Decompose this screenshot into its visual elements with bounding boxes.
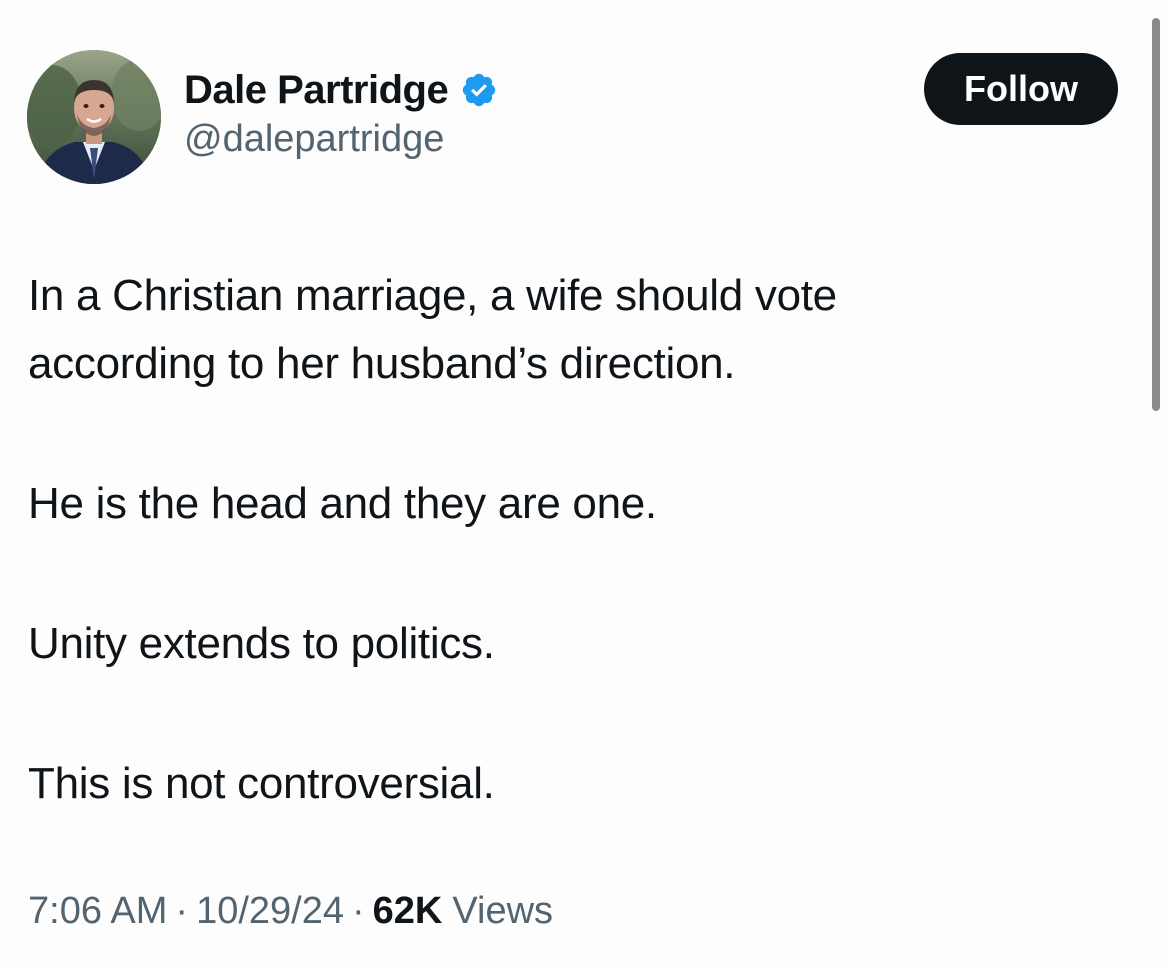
tweet-text-line: Unity extends to politics.	[28, 619, 495, 668]
verified-badge-icon[interactable]	[460, 71, 498, 109]
tweet-text: In a Christian marriage, a wife should v…	[28, 262, 1128, 818]
tweet-date[interactable]: 10/29/24	[196, 890, 344, 933]
views-label[interactable]: Views	[452, 890, 553, 933]
tweet-time[interactable]: 7:06 AM	[28, 890, 167, 933]
tweet-text-line: He is the head and they are one.	[28, 479, 657, 528]
views-count[interactable]: 62K	[373, 890, 443, 933]
author-handle[interactable]: @dalepartridge	[184, 118, 444, 161]
avatar[interactable]	[27, 50, 161, 184]
tweet-text-line: In a Christian marriage, a wife should v…	[28, 271, 837, 320]
tweet-text-line: according to her husband’s direction.	[28, 339, 736, 388]
tweet-detail: Dale Partridge @dalepartridge Follow In …	[0, 0, 1169, 968]
author-name[interactable]: Dale Partridge	[184, 68, 449, 113]
follow-button[interactable]: Follow	[924, 53, 1118, 125]
meta-separator: ·	[175, 890, 189, 932]
tweet-text-line: This is not controversial.	[28, 759, 495, 808]
author-name-row: Dale Partridge	[184, 64, 498, 116]
scrollbar[interactable]	[1152, 18, 1160, 411]
meta-separator: ·	[352, 890, 365, 932]
tweet-meta: 7:06 AM · 10/29/24 · 62K Views	[28, 890, 553, 933]
profile-photo-icon	[27, 50, 161, 184]
